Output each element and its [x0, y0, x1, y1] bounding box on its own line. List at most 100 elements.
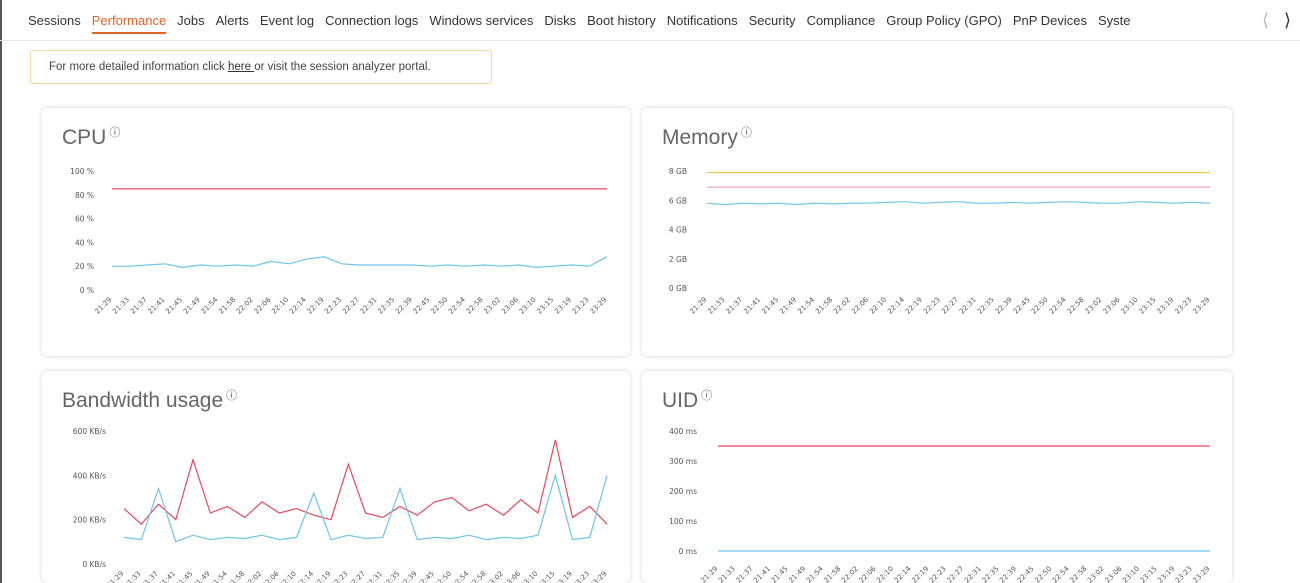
x-tick-label: 22:19 [904, 296, 924, 316]
x-tick-label: 21:33 [706, 296, 726, 316]
x-tick-label: 22:10 [270, 296, 290, 316]
x-tick-label: 23:15 [535, 296, 555, 316]
x-tick-label: 22:50 [1030, 296, 1050, 316]
left-border [0, 0, 2, 583]
bandwidth-series-line-1[interactable] [123, 473, 608, 543]
x-tick-label: 22:14 [886, 295, 906, 315]
tab-windows-services[interactable]: Windows services [429, 13, 533, 32]
tab-boot-history[interactable]: Boot history [587, 13, 656, 32]
x-tick-label: 22:02 [832, 296, 852, 316]
x-tick-label: 21:41 [157, 570, 177, 583]
tab-event-log[interactable]: Event log [260, 13, 314, 32]
x-tick-label: 21:54 [200, 295, 220, 315]
x-tick-label: 22:10 [875, 565, 895, 583]
x-tick-label: 22:50 [433, 570, 453, 583]
x-tick-label: 23:06 [500, 295, 520, 315]
x-tick-label: 21:37 [129, 296, 149, 316]
x-tick-label: 23:10 [1121, 565, 1141, 583]
tab-compliance[interactable]: Compliance [807, 13, 876, 32]
x-tick-label: 21:45 [760, 296, 780, 316]
tab-jobs[interactable]: Jobs [177, 13, 204, 32]
x-tick-label: 22:50 [429, 296, 449, 316]
y-tick-label: 400 ms [669, 427, 697, 436]
x-tick-label: 22:06 [253, 295, 273, 315]
bandwidth-series-line-0[interactable] [123, 439, 608, 525]
x-tick-label: 22:10 [868, 296, 888, 316]
tab-group-policy-gpo[interactable]: Group Policy (GPO) [886, 13, 1002, 32]
y-tick-label: 0 ms [679, 547, 697, 556]
y-tick-label: 8 GB [669, 167, 687, 176]
x-tick-label: 21:49 [778, 296, 798, 316]
y-tick-label: 6 GB [669, 196, 687, 205]
tab-notifications[interactable]: Notifications [667, 13, 738, 32]
x-tick-label: 22:54 [1051, 564, 1071, 583]
tab-connection-logs[interactable]: Connection logs [325, 13, 418, 32]
x-tick-label: 23:10 [519, 570, 539, 583]
y-tick-label: 200 KB/s [73, 516, 106, 525]
x-tick-label: 21:37 [724, 296, 744, 316]
memory-chart-card: Memory ⓘ 8 GB 6 GB 4 GB 2 GB 0 GB 21:29 21:33 21… [642, 108, 1232, 356]
x-tick-label: 21:41 [752, 565, 772, 583]
x-tick-label: 22:31 [359, 296, 379, 316]
x-tick-label: 22:14 [288, 295, 308, 315]
x-tick-label: 23:29 [1191, 565, 1211, 583]
uid-chart-svg: 400 ms300 ms200 ms100 ms0 ms21:2921:3321… [669, 427, 1211, 583]
x-tick-label: 23:10 [1120, 296, 1140, 316]
info-notice: For more detailed information click here… [30, 50, 492, 84]
x-tick-label: 22:27 [347, 570, 367, 583]
notice-here-link[interactable]: here [228, 61, 254, 73]
x-tick-label: 21:41 [742, 296, 762, 316]
x-tick-label: 23:02 [482, 296, 502, 316]
x-tick-label: 22:39 [998, 565, 1018, 583]
tab-disks[interactable]: Disks [544, 13, 576, 32]
x-tick-label: 22:27 [940, 296, 960, 316]
x-tick-label: 22:54 [1048, 295, 1068, 315]
x-tick-label: 22:02 [840, 565, 860, 583]
x-tick-label: 22:27 [341, 296, 361, 316]
tab-pnp-devices[interactable]: PnP Devices [1013, 13, 1087, 32]
tab-list: Sessions Performance Jobs Alerts Event log Co… [28, 12, 1256, 36]
chevron-right-icon[interactable]: ⟩ [1284, 10, 1291, 31]
bandwidth-chart-svg: 600 KB/s 400 KB/s 200 KB/s 0 KB/s21:2921:33… [73, 427, 609, 583]
x-tick-label: 21:58 [226, 570, 246, 583]
x-tick-label: 21:29 [105, 570, 125, 583]
x-tick-label: 22:19 [306, 296, 326, 316]
x-tick-label: 23:29 [1191, 296, 1211, 316]
x-tick-label: 22:31 [963, 565, 983, 583]
x-tick-label: 21:29 [699, 565, 719, 583]
chevron-left-icon[interactable]: ⟨ [1262, 10, 1269, 31]
memory-chart-svg: 8 GB 6 GB 4 GB 2 GB 0 GB21:2921:3321:3721:41… [669, 167, 1212, 316]
x-tick-label: 22:02 [243, 570, 263, 583]
y-tick-label: 4 GB [669, 226, 687, 235]
x-tick-label: 21:54 [209, 569, 229, 583]
cpu-series-line-1[interactable] [112, 256, 608, 269]
x-tick-label: 21:45 [174, 570, 194, 583]
tab-sessions[interactable]: Sessions [28, 13, 81, 32]
x-tick-label: 22:35 [981, 565, 1001, 583]
memory-series-line-2[interactable] [706, 201, 1211, 206]
tab-performance[interactable]: Performance [91, 13, 167, 34]
x-tick-label: 22:58 [1066, 296, 1086, 316]
cpu-chart-card: CPU ⓘ 100 % 80 % 60 % 40 % 20 % 0 % 21:29 21:33 2… [42, 108, 630, 356]
x-tick-label: 21:49 [787, 565, 807, 583]
x-tick-label: 23:19 [1156, 296, 1176, 316]
bandwidth-chart-card: Bandwidth usage ⓘ 600 KB/s 400 KB/s 200 KB/… [42, 371, 630, 583]
x-tick-label: 22:45 [1012, 296, 1032, 316]
x-tick-label: 22:54 [450, 569, 470, 583]
x-tick-label: 21:54 [805, 564, 825, 583]
y-tick-label: 200 ms [669, 487, 697, 496]
x-tick-label: 22:39 [994, 296, 1014, 316]
x-tick-label: 21:33 [717, 565, 737, 583]
x-tick-label: 21:45 [770, 565, 790, 583]
cpu-chart-svg: 100 %80 %60 %40 %20 %0 %21:2921:3321:372… [70, 167, 608, 316]
tab-alerts[interactable]: Alerts [216, 13, 249, 32]
x-tick-label: 21:45 [164, 296, 184, 316]
x-tick-label: 23:15 [1138, 296, 1158, 316]
x-tick-label: 22:23 [323, 296, 343, 316]
tab-syste[interactable]: Syste [1098, 13, 1131, 32]
x-tick-label: 22:45 [412, 296, 432, 316]
x-tick-label: 21:58 [814, 296, 834, 316]
tab-security[interactable]: Security [749, 13, 796, 32]
x-tick-label: 22:19 [910, 565, 930, 583]
x-tick-label: 22:27 [945, 565, 965, 583]
